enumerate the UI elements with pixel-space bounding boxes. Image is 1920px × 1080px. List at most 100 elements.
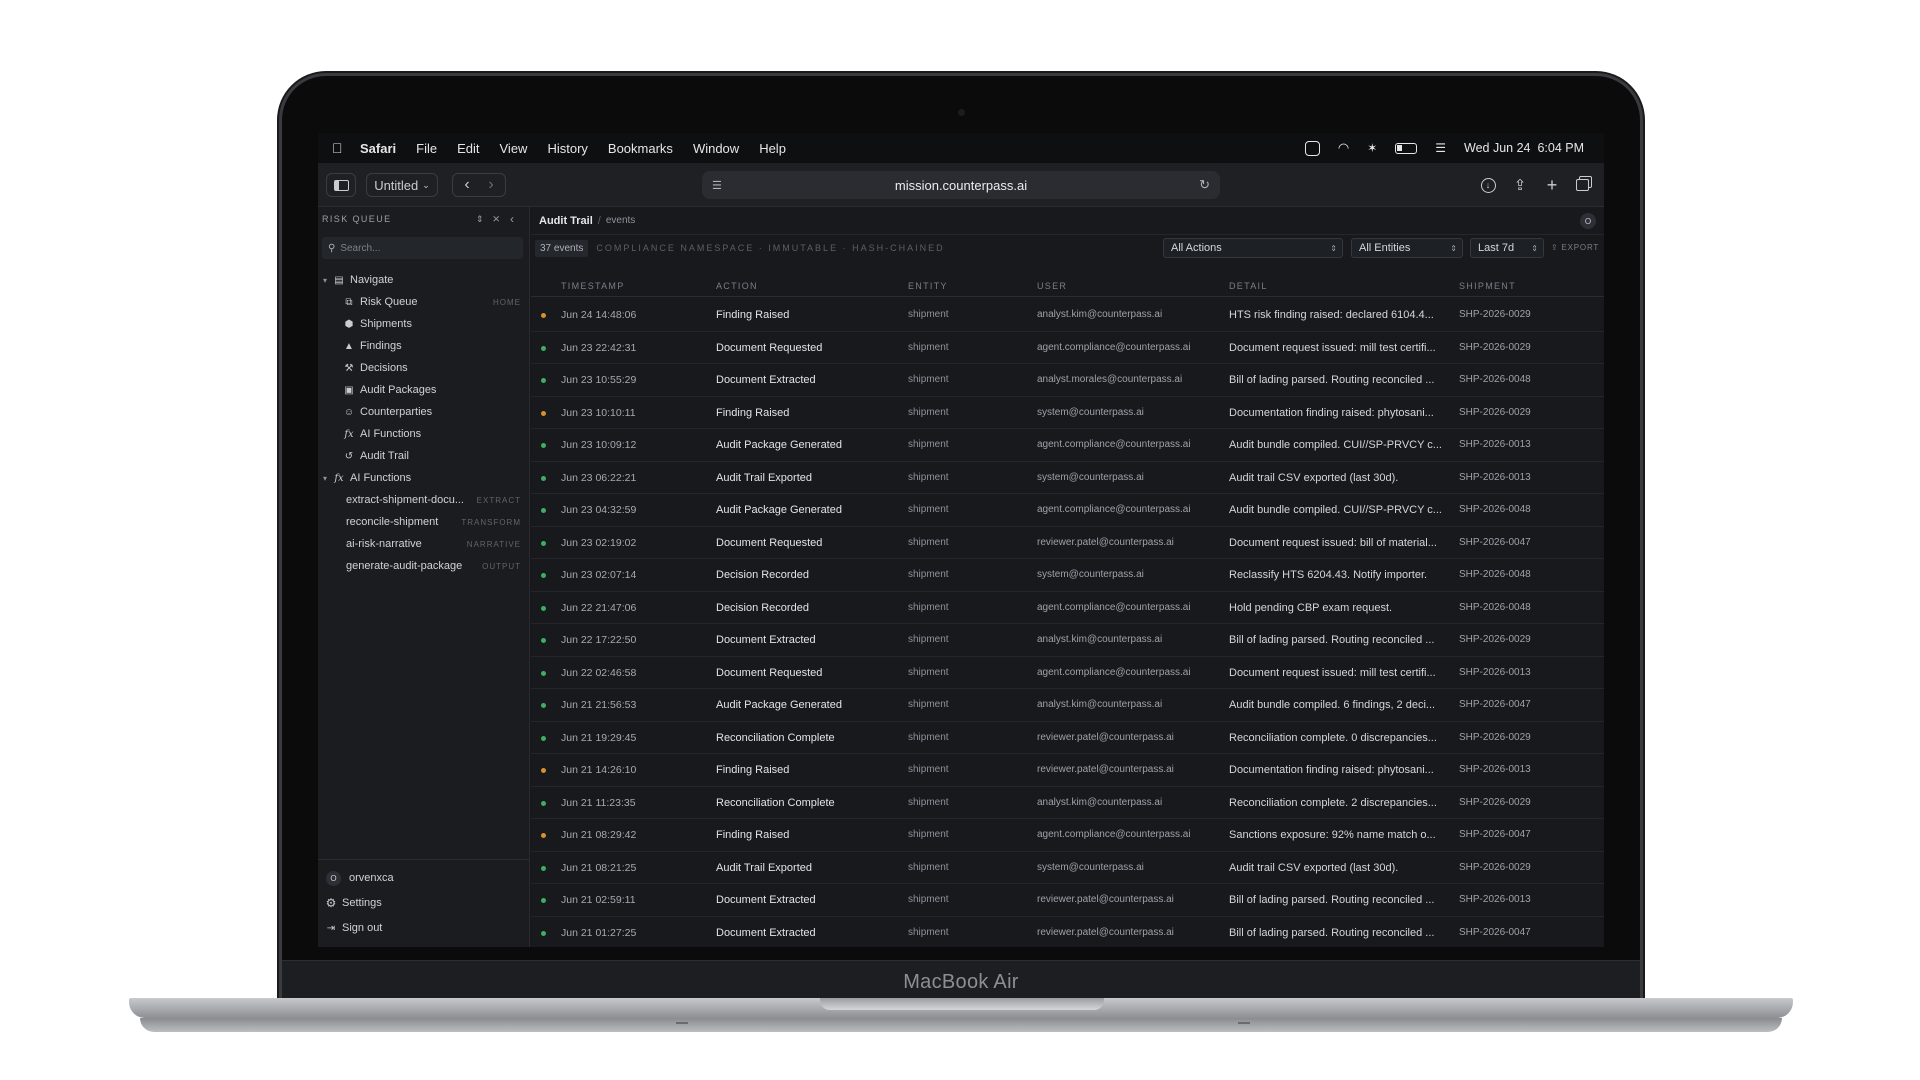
action-cell: Audit Package Generated	[716, 439, 842, 451]
menu-bookmarks[interactable]: Bookmarks	[608, 141, 673, 156]
detail-cell: Documentation finding raised: phytosani.…	[1229, 764, 1434, 776]
sidebar-item-risk-queue[interactable]: ⧉ Risk Queue HOME	[318, 291, 529, 313]
table-row[interactable]: Jun 21 08:21:25 Audit Trail Exported shipm…	[531, 852, 1604, 884]
table-row[interactable]: Jun 21 01:27:25 Document Extracted shipmen…	[531, 917, 1604, 948]
entity-cell: shipment	[908, 504, 949, 515]
menu-window[interactable]: Window	[693, 141, 739, 156]
sidebar-header: RISK QUEUE ⇕ ⨯ ‹	[318, 207, 529, 231]
expand-collapse-icon[interactable]: ⇕	[476, 214, 485, 225]
avatar[interactable]: O	[1580, 213, 1596, 229]
shipment-cell: SHP-2026-0013	[1459, 894, 1531, 905]
table-row[interactable]: Jun 24 14:48:06 Finding Raised shipment ana…	[531, 299, 1604, 332]
menu-clock[interactable]: Wed Jun 24 6:04 PM	[1464, 141, 1584, 155]
table-row[interactable]: Jun 21 14:26:10 Finding Raised shipment rev…	[531, 754, 1604, 787]
table-row[interactable]: Jun 22 21:47:06 Decision Recorded shipment…	[531, 592, 1604, 624]
sidebar-item-function[interactable]: reconcile-shipment TRANSFORM	[318, 511, 529, 533]
table-row[interactable]: Jun 22 17:22:50 Document Extracted shipmen…	[531, 624, 1604, 657]
table-row[interactable]: Jun 23 06:22:21 Audit Trail Exported shipm…	[531, 462, 1604, 494]
battery-icon[interactable]	[1395, 142, 1418, 154]
page-menu-icon[interactable]: ☰	[712, 179, 722, 192]
sidebar-search[interactable]: ⚲ Search...	[322, 237, 523, 259]
column-header-shipment[interactable]: SHIPMENT	[1459, 281, 1516, 291]
shipment-cell: SHP-2026-0013	[1459, 471, 1531, 483]
timestamp-cell: Jun 23 10:09:12	[561, 439, 637, 451]
column-header-user[interactable]: USER	[1037, 281, 1067, 291]
sidebar-item-function[interactable]: extract-shipment-docu... EXTRACT	[318, 489, 529, 511]
back-icon[interactable]: ‹	[455, 176, 479, 194]
sidebar-item-ai-functions[interactable]: fx AI Functions	[318, 423, 529, 445]
sidebar-item-shipments[interactable]: ⬢ Shipments	[318, 313, 529, 335]
sidebar-item-decisions[interactable]: ⚒ Decisions	[318, 357, 529, 379]
table-row[interactable]: Jun 21 11:23:35 Reconciliation Complete sh…	[531, 787, 1604, 819]
sidebar-item-counterparties[interactable]: ☺ Counterparties	[318, 401, 529, 423]
menu-help[interactable]: Help	[759, 141, 786, 156]
tab-group-button[interactable]: Untitled ⌄	[366, 173, 438, 197]
nav-buttons: ‹ ›	[452, 173, 506, 197]
table-row[interactable]: Jun 23 02:07:14 Decision Recorded shipment…	[531, 559, 1604, 592]
status-dot	[541, 833, 546, 838]
chevron-down-icon: ⌄	[1602, 243, 1604, 252]
breadcrumb: Audit Trail / events O	[531, 207, 1604, 235]
sidebar-close-icon[interactable]: ‹	[510, 212, 515, 226]
menu-edit[interactable]: Edit	[457, 141, 479, 156]
export-label: EXPORT	[1561, 243, 1600, 252]
sidebar-toggle-icon[interactable]	[326, 173, 356, 197]
table-row[interactable]: Jun 21 21:56:53 Audit Package Generated sh…	[531, 689, 1604, 722]
sidebar-item-function[interactable]: generate-audit-package OUTPUT	[318, 555, 529, 577]
tab-overview-icon[interactable]	[1570, 173, 1594, 197]
laptop-foot	[676, 1022, 688, 1024]
wifi-icon[interactable]: ◠	[1338, 140, 1349, 156]
column-header-entity[interactable]: ENTITY	[908, 281, 948, 291]
screen-record-icon[interactable]	[1304, 140, 1320, 156]
column-header-timestamp[interactable]: TIMESTAMP	[561, 281, 625, 291]
user-account[interactable]: O orvenxca	[318, 866, 529, 890]
address-bar[interactable]: ☰ mission.counterpass.ai ↻	[702, 171, 1220, 199]
export-button[interactable]: ⇪ EXPORT ⌄	[1551, 243, 1604, 252]
status-dot	[541, 540, 546, 546]
table-row[interactable]: Jun 23 10:10:11 Finding Raised shipment sys…	[531, 397, 1604, 429]
timestamp-cell: Jun 21 01:27:25	[561, 926, 637, 939]
timestamp-cell: Jun 23 10:55:29	[561, 374, 637, 386]
sidebar-item-function[interactable]: ai-risk-narrative NARRATIVE	[318, 533, 529, 555]
entity-cell: shipment	[908, 439, 949, 450]
column-header-action[interactable]: ACTION	[716, 281, 758, 291]
table-row[interactable]: Jun 21 19:29:45 Reconciliation Complete sh…	[531, 722, 1604, 754]
action-filter-select[interactable]: All Actions ⇕	[1163, 238, 1343, 258]
sidebar-item-audit-packages[interactable]: ▣ Audit Packages	[318, 379, 529, 401]
column-header-detail[interactable]: DETAIL	[1229, 281, 1268, 291]
share-icon[interactable]: ⇪	[1508, 173, 1532, 197]
sidebar-item-label: Risk Queue	[360, 296, 418, 308]
sign-out-link[interactable]: ⇥ Sign out	[318, 916, 529, 940]
airdrop-icon[interactable]: ✶	[1367, 141, 1377, 155]
control-center-icon[interactable]: ☰	[1435, 141, 1446, 155]
new-tab-icon[interactable]: +	[1540, 173, 1564, 197]
reload-icon[interactable]: ↻	[1199, 177, 1210, 193]
table-row[interactable]: Jun 23 22:42:31 Document Requested shipmen…	[531, 332, 1604, 364]
entity-filter-select[interactable]: All Entities ⇕	[1351, 238, 1463, 258]
settings-link[interactable]: ⚙ Settings	[318, 890, 529, 916]
sidebar-item-audit-trail[interactable]: ↺ Audit Trail	[318, 445, 529, 467]
forward-icon[interactable]: ›	[479, 176, 503, 194]
table-row[interactable]: Jun 23 10:55:29 Document Extracted shipmen…	[531, 364, 1604, 397]
apple-icon[interactable]: 	[332, 140, 346, 156]
menu-app[interactable]: Safari	[360, 141, 396, 156]
table-row[interactable]: Jun 22 02:46:58 Document Requested shipmen…	[531, 657, 1604, 689]
sidebar-item-findings[interactable]: ▲ Findings	[318, 335, 529, 357]
table-row[interactable]: Jun 21 02:59:11 Document Extracted shipmen…	[531, 884, 1604, 917]
action-cell: Document Requested	[716, 666, 823, 679]
table-row[interactable]: Jun 23 04:32:59 Audit Package Generated sh…	[531, 494, 1604, 527]
table-row[interactable]: Jun 23 02:19:02 Document Requested shipmen…	[531, 527, 1604, 559]
export-icon: ⇪	[1551, 243, 1559, 252]
status-dot	[541, 735, 546, 741]
menu-file[interactable]: File	[416, 141, 437, 156]
range-filter-select[interactable]: Last 7d ⇕	[1470, 238, 1544, 258]
download-icon[interactable]: ↓	[1476, 173, 1500, 197]
sidebar-item-label: reconcile-shipment	[346, 516, 439, 528]
table-row[interactable]: Jun 21 08:29:42 Finding Raised shipment age…	[531, 819, 1604, 852]
table-row[interactable]: Jun 23 10:09:12 Audit Package Generated sh…	[531, 429, 1604, 462]
menu-history[interactable]: History	[547, 141, 587, 156]
fn-group-header[interactable]: ▾ fx AI Functions	[318, 467, 529, 489]
menu-view[interactable]: View	[500, 141, 528, 156]
nav-group-header[interactable]: ▾ ▤ Navigate	[318, 269, 529, 291]
collapse-all-icon[interactable]: ⨯	[492, 214, 502, 225]
